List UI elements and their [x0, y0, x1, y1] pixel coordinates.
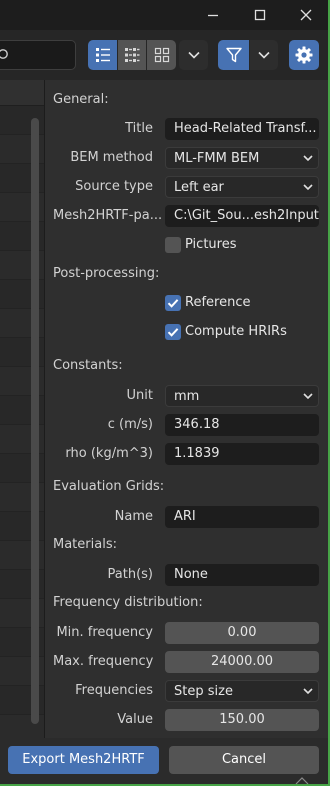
cancel-button[interactable]: Cancel: [169, 746, 319, 774]
maximize-icon: [254, 9, 266, 21]
chevron-down-icon: [258, 51, 270, 59]
minimize-icon: [208, 14, 218, 17]
air-density-field[interactable]: 1.1839: [165, 443, 319, 465]
chevron-down-icon: [187, 51, 200, 59]
step-value-label: Value: [117, 712, 153, 727]
unit-value: mm: [174, 389, 200, 404]
frequencies-dropdown[interactable]: Step size: [165, 680, 319, 702]
frequencies-label: Frequencies: [75, 683, 153, 698]
minimize-button[interactable]: [190, 0, 236, 30]
grid-name-field[interactable]: ARI: [165, 506, 319, 528]
search-input[interactable]: [0, 40, 76, 70]
min-frequency-field[interactable]: 0.00: [165, 622, 319, 644]
checkmark-icon: [167, 328, 179, 337]
chevron-down-icon: [303, 184, 313, 191]
chevron-down-icon: [303, 155, 313, 162]
window-titlebar: [0, 0, 330, 30]
list-horizontal-icon: [125, 48, 140, 62]
grid-name-label: Name: [114, 509, 153, 524]
frequencies-value: Step size: [174, 684, 233, 699]
section-heading-frequency-distribution: Frequency distribution:: [53, 595, 203, 610]
mesh2hrtf-path-field[interactable]: C:\Git_Sou...esh2Input: [165, 205, 319, 227]
view-vertical-list-button[interactable]: [88, 40, 117, 70]
grid-thumbnails-icon: [154, 47, 169, 63]
material-paths-field[interactable]: None: [165, 564, 319, 586]
material-paths-label: Path(s): [107, 567, 153, 582]
pictures-label[interactable]: Pictures: [185, 235, 236, 255]
step-value-field[interactable]: 150.00: [165, 709, 319, 731]
compute-hrirs-label[interactable]: Compute HRIRs: [185, 322, 287, 342]
compute-hrirs-checkbox[interactable]: [165, 324, 181, 340]
settings-button[interactable]: [289, 40, 319, 70]
speed-of-sound-label: c (m/s): [107, 417, 153, 432]
section-heading-general: General:: [53, 92, 109, 107]
chevron-down-icon: [303, 688, 313, 695]
pictures-checkbox[interactable]: [165, 237, 181, 253]
title-field[interactable]: Head-Related Transf...: [165, 118, 319, 140]
source-type-dropdown[interactable]: Left ear: [165, 176, 319, 198]
export-button[interactable]: Export Mesh2HRTF: [8, 746, 159, 774]
source-type-label: Source type: [75, 179, 153, 194]
source-type-value: Left ear: [174, 180, 224, 195]
view-horizontal-list-button[interactable]: [118, 40, 146, 70]
bem-method-value: ML-FMM BEM: [174, 151, 260, 166]
search-icon: [0, 49, 8, 59]
reference-label[interactable]: Reference: [185, 293, 250, 313]
list-vertical-icon: [95, 48, 110, 62]
section-heading-post-processing: Post-processing:: [53, 266, 160, 281]
bem-method-dropdown[interactable]: ML-FMM BEM: [165, 147, 319, 169]
funnel-icon: [225, 47, 242, 63]
display-options-dropdown[interactable]: [179, 40, 208, 70]
maximize-button[interactable]: [237, 0, 283, 30]
min-frequency-label: Min. frequency: [56, 625, 153, 640]
unit-dropdown[interactable]: mm: [165, 385, 319, 407]
bem-method-label: BEM method: [70, 150, 153, 165]
speed-of-sound-field[interactable]: 346.18: [165, 414, 319, 436]
chevron-down-icon: [303, 393, 313, 400]
section-heading-materials: Materials:: [53, 537, 117, 552]
view-thumbnails-button[interactable]: [147, 40, 176, 70]
close-icon: [300, 9, 312, 21]
checkmark-icon: [167, 299, 179, 308]
max-frequency-label: Max. frequency: [53, 654, 154, 669]
title-label: Title: [125, 121, 153, 136]
file-browser-toolbar: [0, 30, 330, 80]
file-list-header[interactable]: [0, 80, 44, 106]
reference-checkbox[interactable]: [165, 295, 181, 311]
filter-options-dropdown[interactable]: [250, 40, 278, 70]
unit-label: Unit: [126, 388, 153, 403]
close-button[interactable]: [283, 0, 329, 30]
air-density-label: rho (kg/m^3): [65, 446, 153, 461]
mesh2hrtf-path-label: Mesh2HRTF-pa...: [53, 208, 163, 223]
section-heading-constants: Constants:: [53, 358, 123, 373]
filter-toggle-button[interactable]: [218, 40, 249, 70]
file-list-scrollbar[interactable]: [31, 118, 39, 724]
max-frequency-field[interactable]: 24000.00: [165, 651, 319, 673]
gear-icon: [295, 46, 313, 64]
section-heading-evaluation-grids: Evaluation Grids:: [53, 479, 165, 494]
